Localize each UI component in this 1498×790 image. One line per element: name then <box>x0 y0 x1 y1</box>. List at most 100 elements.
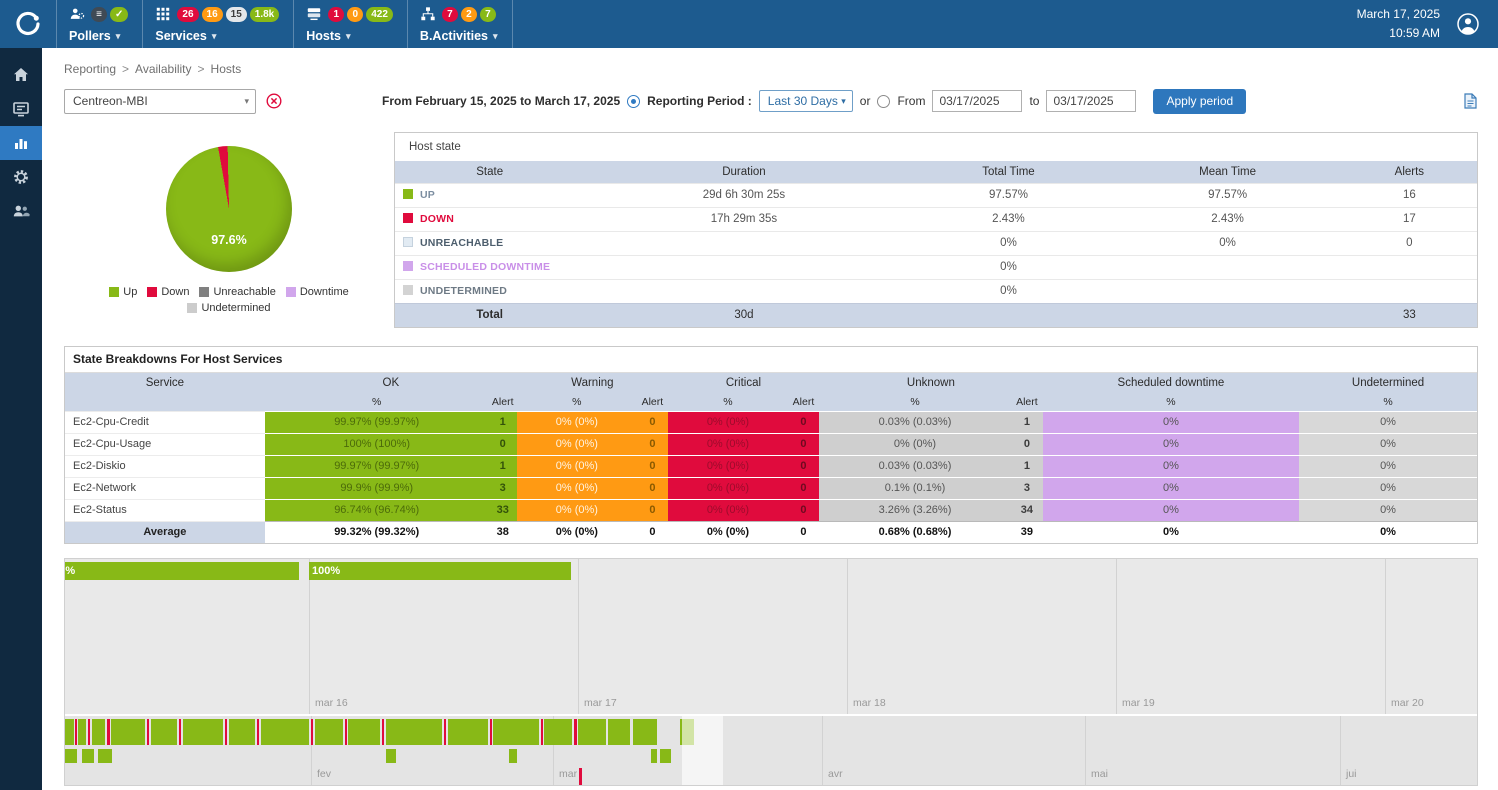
period-controls: From February 15, 2025 to March 17, 2025… <box>382 89 1246 114</box>
centreon-logo[interactable] <box>0 0 56 48</box>
timeline-day-label: mar 19 <box>1122 697 1155 709</box>
counter-badge[interactable]: 1 <box>328 7 344 22</box>
timeline-segment <box>608 719 630 745</box>
user-icon[interactable] <box>1456 12 1480 36</box>
breakdown-average-cell: 0% <box>1299 521 1477 543</box>
nav-services[interactable]: 2616151.8k Services▾ <box>142 0 293 48</box>
breakdown-row: Ec2-Cpu-Credit99.97% (99.97%)10% (0%)00%… <box>65 411 1477 433</box>
timeline-segment <box>578 719 606 745</box>
host-state-name-cell: UNDETERMINED <box>395 279 584 303</box>
breakdown-cell: 0 <box>788 433 819 455</box>
timeline-segment <box>382 719 384 745</box>
clear-selection-icon[interactable] <box>266 93 282 109</box>
breakdown-cell: 0 <box>1011 433 1043 455</box>
breakdown-cell: 100% (100%) <box>265 433 489 455</box>
breakdown-average-cell: 0% (0%) <box>668 521 788 543</box>
custom-range-radio[interactable] <box>877 95 890 108</box>
timeline-segment <box>509 749 517 763</box>
state-link[interactable]: DOWN <box>420 213 454 225</box>
counter-badge[interactable]: 16 <box>202 7 223 22</box>
hosts-icon <box>306 6 323 22</box>
state-link[interactable]: SCHEDULED DOWNTIME <box>420 261 550 273</box>
nav-pollers-label: Pollers <box>69 29 111 43</box>
sidebar-item-monitoring[interactable] <box>0 92 42 126</box>
counter-badge[interactable]: 0 <box>347 7 363 22</box>
host-state-cell <box>1113 255 1341 279</box>
breakdown-cell: 0% <box>1043 411 1299 433</box>
sidebar-item-reporting[interactable] <box>0 126 42 160</box>
legend-item: Down <box>147 286 189 298</box>
sidebar-item-configuration[interactable] <box>0 160 42 194</box>
counter-badge[interactable]: 7 <box>480 7 496 22</box>
timeline-context[interactable]: fevmaravrmaijui <box>65 716 1477 785</box>
breakdown-sub-row: %Alert%Alert%Alert%Alert%% <box>65 393 1477 411</box>
breadcrumb-item[interactable]: Availability <box>135 62 191 76</box>
counter-badge[interactable]: 422 <box>366 7 393 22</box>
counter-badge[interactable]: ✓ <box>110 7 128 22</box>
host-state-cell <box>584 279 903 303</box>
timeline-segment <box>65 719 74 745</box>
export-report-icon[interactable] <box>1463 93 1478 109</box>
legend-label: Unreachable <box>213 286 275 298</box>
host-state-cell: 2.43% <box>1113 207 1341 231</box>
counter-badge[interactable]: 1.8k <box>250 7 279 22</box>
pollers-badges: ≡✓ <box>91 7 128 22</box>
breadcrumb-item[interactable]: Reporting <box>64 62 116 76</box>
timeline-month-label: jui <box>1346 768 1357 780</box>
pie-legend: UpDownUnreachableDowntimeUndetermined <box>99 286 359 314</box>
timeline-segment <box>633 719 657 745</box>
nav-hosts[interactable]: 10422 Hosts▾ <box>293 0 407 48</box>
reporting-period-select[interactable]: Last 30 Days ▾ <box>759 90 853 112</box>
breakdown-subcolumn-header: Alert <box>489 393 517 411</box>
availability-bar: 100% <box>65 562 299 580</box>
availability-bar-label: 100% <box>309 562 340 580</box>
apply-period-button[interactable]: Apply period <box>1153 89 1246 114</box>
host-group-select[interactable]: Centreon-MBI ▾ <box>64 89 256 114</box>
counter-badge[interactable]: 2 <box>461 7 477 22</box>
host-state-cell: 2.43% <box>904 207 1114 231</box>
host-state-column-header: Alerts <box>1342 161 1477 183</box>
host-state-row: SCHEDULED DOWNTIME0% <box>395 255 1477 279</box>
timeline-segment <box>183 719 223 745</box>
state-link[interactable]: UNREACHABLE <box>420 237 503 249</box>
counter-badge[interactable]: 15 <box>226 7 247 22</box>
host-state-cell: 16 <box>1342 183 1477 207</box>
breakdown-cell: 0% (0%) <box>668 477 788 499</box>
state-link[interactable]: UNDETERMINED <box>420 285 507 297</box>
state-link[interactable]: UP <box>420 189 435 201</box>
nav-pollers[interactable]: ≡✓ Pollers▾ <box>56 0 142 48</box>
timeline-segment <box>444 719 446 745</box>
timeline-gridline <box>578 559 579 714</box>
chevron-down-icon: ▾ <box>212 31 217 42</box>
from-date-input[interactable] <box>932 90 1022 112</box>
breakdown-cell: 1 <box>489 411 517 433</box>
timeline-segment <box>345 719 347 745</box>
host-state-total-cell <box>904 303 1114 327</box>
breakdown-average-cell: 0% (0%) <box>517 521 637 543</box>
breakdown-row: Ec2-Network99.9% (99.9%)30% (0%)00% (0%)… <box>65 477 1477 499</box>
reporting-period-label: Reporting Period : <box>647 94 752 108</box>
to-date-input[interactable] <box>1046 90 1136 112</box>
sidebar-item-home[interactable] <box>0 58 42 92</box>
breadcrumb-item[interactable]: Hosts <box>211 62 242 76</box>
counter-badge[interactable]: 7 <box>442 7 458 22</box>
breadcrumb-separator: > <box>198 62 205 76</box>
counter-badge[interactable]: 26 <box>177 7 198 22</box>
legend-swatch <box>199 287 209 297</box>
legend-swatch <box>147 287 157 297</box>
timeline-current-marker <box>579 768 582 785</box>
breakdown-cell: 0% <box>1299 455 1477 477</box>
counter-badge[interactable]: ≡ <box>91 7 107 22</box>
availability-timeline-panel: mar 16mar 17mar 18mar 19mar 20100%100% f… <box>64 558 1478 786</box>
host-group-select-value: Centreon-MBI <box>73 94 148 108</box>
nav-bactivities[interactable]: 727 B.Activities▾ <box>407 0 513 48</box>
breakdown-cell: 0% <box>1043 477 1299 499</box>
host-state-total-cell: 30d <box>584 303 903 327</box>
topbar: ≡✓ Pollers▾ 2616151.8k Services▾ <box>0 0 1498 48</box>
topbar-right: March 17, 2025 10:59 AM <box>1357 0 1498 48</box>
reporting-period-radio[interactable] <box>627 95 640 108</box>
sidebar-item-administration[interactable] <box>0 194 42 228</box>
timeline-segment <box>544 719 572 745</box>
breakdown-average-cell: 0 <box>788 521 819 543</box>
timeline-selection-handle[interactable] <box>682 716 723 785</box>
